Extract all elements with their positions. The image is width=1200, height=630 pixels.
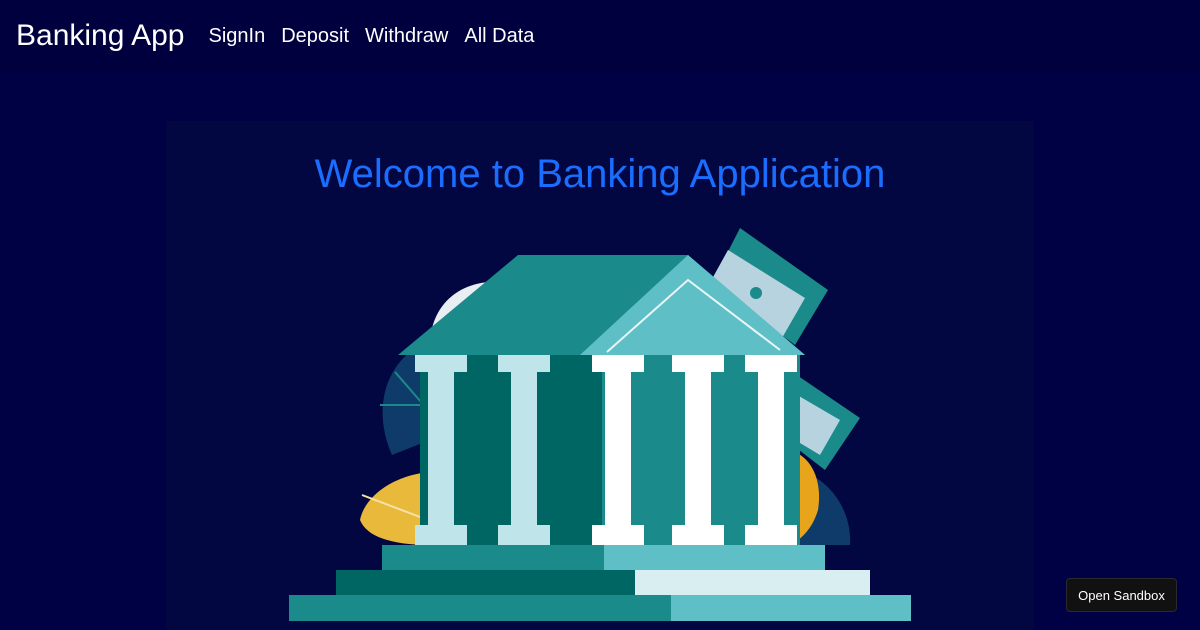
open-sandbox-button[interactable]: Open Sandbox	[1066, 578, 1177, 612]
bank-steps	[289, 545, 911, 621]
bank-building-icon	[289, 228, 911, 621]
bank-columns	[415, 355, 800, 545]
